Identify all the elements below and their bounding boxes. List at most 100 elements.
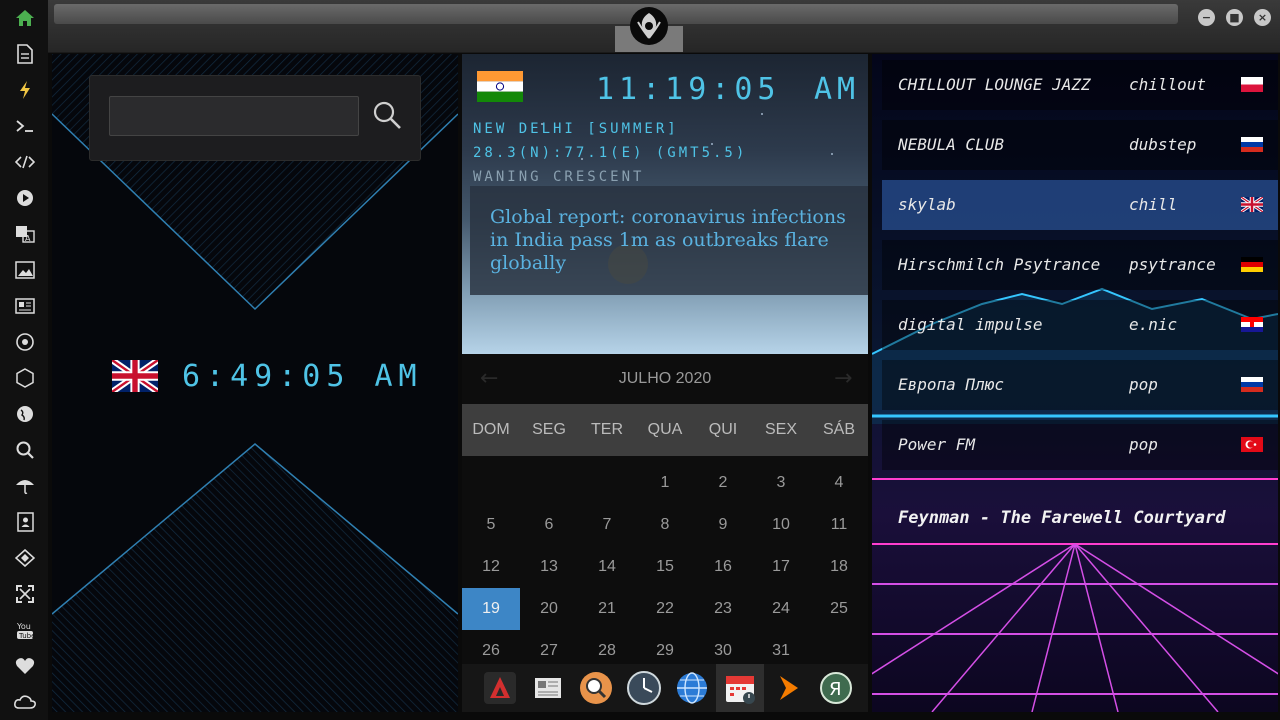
station-row[interactable]: Power FM pop xyxy=(882,420,1278,470)
svg-text:Tube: Tube xyxy=(18,632,35,640)
calendar-day[interactable]: 10 xyxy=(752,504,810,546)
calendar-header: ← JULHO 2020 → xyxy=(462,354,868,404)
station-name: digital impulse xyxy=(898,315,1043,334)
svg-text:Я: Я xyxy=(829,679,842,700)
station-genre: dubstep xyxy=(1129,135,1197,154)
calendar-day[interactable]: 17 xyxy=(752,546,810,588)
svg-text:A: A xyxy=(25,234,31,243)
station-genre: pop xyxy=(1129,375,1158,394)
fullscreen-icon[interactable] xyxy=(14,583,36,605)
station-row[interactable]: NEBULA CLUB dubstep xyxy=(882,120,1278,170)
globe-icon[interactable] xyxy=(14,403,36,425)
station-row[interactable]: Hirschmilch Psytrance psytrance xyxy=(882,240,1278,290)
app-dock: Я xyxy=(462,664,868,712)
city-label: NEW DELHI [SUMMER] xyxy=(473,121,679,137)
calendar-day[interactable]: 21 xyxy=(578,588,636,630)
station-name: NEBULA CLUB xyxy=(898,135,1004,154)
calendar-day[interactable]: 16 xyxy=(694,546,752,588)
news-headline[interactable]: Global report: coronavirus infections in… xyxy=(490,206,860,275)
calendar-day-today[interactable]: 19 xyxy=(462,588,520,630)
station-row[interactable]: digital impulse e.nic xyxy=(882,300,1278,350)
search-button[interactable] xyxy=(370,98,404,132)
calendar-day[interactable]: 9 xyxy=(694,504,752,546)
image-icon[interactable] xyxy=(14,259,36,281)
clock-app-icon[interactable] xyxy=(626,670,662,706)
document-icon[interactable] xyxy=(14,43,36,65)
germany-flag-icon xyxy=(1241,257,1263,272)
search-panel xyxy=(89,75,421,161)
terminal-icon[interactable] xyxy=(14,115,36,137)
yandex-icon[interactable]: Я xyxy=(818,670,854,706)
code-icon[interactable] xyxy=(14,151,36,173)
magnifier-icon xyxy=(373,101,401,129)
play-icon[interactable] xyxy=(14,187,36,209)
diamond-icon[interactable] xyxy=(14,547,36,569)
calendar-day[interactable]: 11 xyxy=(810,504,868,546)
weekday-label: TER xyxy=(591,421,623,438)
russia-flag-icon xyxy=(1241,377,1263,392)
minimize-button[interactable]: − xyxy=(1198,9,1215,26)
station-genre: chillout xyxy=(1129,75,1207,94)
calendar-day[interactable]: 15 xyxy=(636,546,694,588)
news-card[interactable]: Global report: coronavirus infections in… xyxy=(470,186,868,295)
station-genre: pop xyxy=(1129,435,1158,454)
umbrella-icon[interactable] xyxy=(14,475,36,497)
calendar-day[interactable]: 24 xyxy=(752,588,810,630)
calendar-day[interactable]: 3 xyxy=(752,462,810,504)
calendar-day[interactable]: 8 xyxy=(636,504,694,546)
next-month-icon[interactable]: → xyxy=(834,366,852,391)
weekday-row: DOM SEG TER QUA QUI SEX SÁB xyxy=(462,404,868,456)
weekday-label: SEX xyxy=(764,421,797,438)
weekday-label: SEG xyxy=(532,421,566,438)
youtube-icon[interactable]: You Tube xyxy=(14,619,36,641)
calendar-day[interactable]: 22 xyxy=(636,588,694,630)
calendar-app-icon[interactable] xyxy=(722,670,758,706)
hexagon-icon[interactable] xyxy=(14,367,36,389)
calendar-day[interactable]: 20 xyxy=(520,588,578,630)
maximize-button[interactable]: ■ xyxy=(1226,9,1243,26)
news-icon[interactable] xyxy=(14,295,36,317)
station-row[interactable]: skylab chill xyxy=(882,180,1278,230)
middle-panel: 11:19:05 AM NEW DELHI [SUMMER] 28.3(N):7… xyxy=(462,54,868,712)
rebel-emblem-icon[interactable] xyxy=(630,7,668,45)
arch-icon[interactable] xyxy=(482,670,518,706)
close-button[interactable]: × xyxy=(1254,9,1271,26)
calendar-day[interactable]: 18 xyxy=(810,546,868,588)
right-panel: CHILLOUT LOUNGE JAZZ chillout NEBULA CLUB d… xyxy=(872,54,1278,712)
station-genre: chill xyxy=(1129,195,1178,214)
search-app-icon[interactable] xyxy=(578,670,614,706)
globe-app-icon[interactable] xyxy=(674,670,710,706)
calendar-day[interactable]: 6 xyxy=(520,504,578,546)
calendar-day[interactable]: 2 xyxy=(694,462,752,504)
station-row[interactable]: Европа Плюс pop xyxy=(882,360,1278,410)
station-row[interactable]: CHILLOUT LOUNGE JAZZ chillout xyxy=(882,60,1278,110)
calendar-day[interactable]: 12 xyxy=(462,546,520,588)
topbar-track[interactable] xyxy=(54,4,1178,24)
delhi-time: 11:19:05 xyxy=(596,72,781,107)
search-input[interactable] xyxy=(109,96,359,136)
calendar-day[interactable]: 1 xyxy=(636,462,694,504)
cloud-icon[interactable] xyxy=(14,691,36,713)
coordinates-label: 28.3(N):77.1(E) (GMT5.5) xyxy=(473,145,748,161)
rebel-icon[interactable] xyxy=(14,331,36,353)
turkey-flag-icon xyxy=(1241,437,1263,452)
calendar-day[interactable]: 5 xyxy=(462,504,520,546)
bolt-icon[interactable] xyxy=(14,79,36,101)
play-app-icon[interactable] xyxy=(770,670,806,706)
poland-flag-icon xyxy=(1241,77,1263,92)
home-icon[interactable] xyxy=(14,7,36,29)
translate-icon[interactable]: A xyxy=(14,223,36,245)
top-bar: − ■ × xyxy=(48,0,1280,53)
calendar-day[interactable]: 23 xyxy=(694,588,752,630)
calendar-day[interactable]: 7 xyxy=(578,504,636,546)
calendar-day[interactable]: 4 xyxy=(810,462,868,504)
calendar-day[interactable]: 13 xyxy=(520,546,578,588)
calendar-day[interactable]: 25 xyxy=(810,588,868,630)
uk-time: 6:49:05 AM xyxy=(182,359,423,394)
newspaper-icon[interactable] xyxy=(530,670,566,706)
search-icon[interactable] xyxy=(14,439,36,461)
calendar-day[interactable]: 14 xyxy=(578,546,636,588)
weekday-label: DOM xyxy=(472,421,510,438)
heart-icon[interactable] xyxy=(14,655,36,677)
contacts-icon[interactable] xyxy=(14,511,36,533)
